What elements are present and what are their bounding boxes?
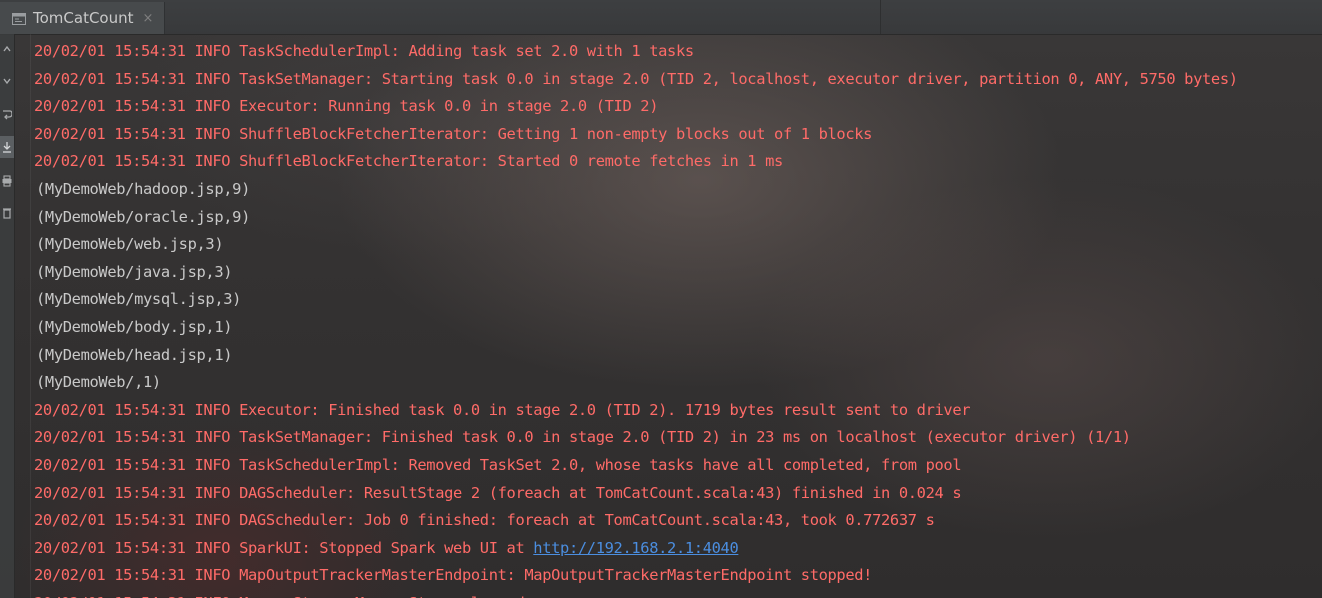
console-line: 20/02/01 15:54:31 INFO DAGScheduler: Job… xyxy=(34,507,1322,535)
console-line-text: 20/02/01 15:54:31 INFO MemoryStore: Memo… xyxy=(34,594,525,598)
console-line-text: (MyDemoWeb/,1) xyxy=(36,373,161,392)
tab-tomcatcount[interactable]: TomCatCount × xyxy=(0,2,165,34)
console-line: (MyDemoWeb/oracle.jsp,9) xyxy=(34,204,1322,232)
scroll-down-icon[interactable] xyxy=(0,70,14,92)
console-line: 20/02/01 15:54:31 INFO SparkUI: Stopped … xyxy=(34,535,1322,563)
console-line-text: 20/02/01 15:54:31 INFO Executor: Finishe… xyxy=(34,400,971,419)
print-icon[interactable] xyxy=(0,170,14,192)
console-line: 20/02/01 15:54:31 INFO DAGScheduler: Res… xyxy=(34,480,1322,508)
run-tab-bar: TomCatCount × xyxy=(0,0,1322,35)
ide-window: TomCatCount × 20/02/01 15:54:31 INFO Tas… xyxy=(0,0,1322,598)
console-line: (MyDemoWeb/java.jsp,3) xyxy=(34,259,1322,287)
console-line-text: (MyDemoWeb/java.jsp,3) xyxy=(36,262,233,281)
console-line-text: (MyDemoWeb/mysql.jsp,3) xyxy=(36,290,242,309)
console-output[interactable]: 20/02/01 15:54:31 INFO TaskSchedulerImpl… xyxy=(34,38,1322,598)
console-line-text: 20/02/01 15:54:31 INFO Executor: Running… xyxy=(34,97,659,116)
delete-icon[interactable] xyxy=(0,202,14,224)
console-link[interactable]: http://192.168.2.1:4040 xyxy=(533,539,738,557)
console-icon xyxy=(12,12,26,25)
console-line-text: 20/02/01 15:54:31 INFO SparkUI: Stopped … xyxy=(34,538,534,557)
console-line: (MyDemoWeb/mysql.jsp,3) xyxy=(34,286,1322,314)
console-line: (MyDemoWeb/,1) xyxy=(34,369,1322,397)
console-line: 20/02/01 15:54:31 INFO TaskSetManager: F… xyxy=(34,424,1322,452)
console-line: 20/02/01 15:54:31 INFO Executor: Finishe… xyxy=(34,397,1322,425)
console-line: (MyDemoWeb/hadoop.jsp,9) xyxy=(34,176,1322,204)
console-line-text: 20/02/01 15:54:31 INFO ShuffleBlockFetch… xyxy=(34,124,873,143)
console-line: 20/02/01 15:54:31 INFO TaskSchedulerImpl… xyxy=(34,452,1322,480)
tab-title: TomCatCount xyxy=(33,9,134,27)
console-toolbar xyxy=(0,34,15,598)
console-line: 20/02/01 15:54:31 INFO Executor: Running… xyxy=(34,93,1322,121)
tabbar-divider xyxy=(880,0,881,34)
console-line: 20/02/01 15:54:31 INFO ShuffleBlockFetch… xyxy=(34,148,1322,176)
console-line-text: 20/02/01 15:54:31 INFO DAGScheduler: Job… xyxy=(34,511,935,530)
console-line: (MyDemoWeb/head.jsp,1) xyxy=(34,342,1322,370)
console-line: 20/02/01 15:54:31 INFO TaskSetManager: S… xyxy=(34,66,1322,94)
console-line-text: 20/02/01 15:54:31 INFO DAGScheduler: Res… xyxy=(34,483,962,502)
console-line-text: 20/02/01 15:54:31 INFO TaskSetManager: F… xyxy=(34,428,1131,447)
close-icon[interactable]: × xyxy=(143,11,154,26)
console-line-text: (MyDemoWeb/oracle.jsp,9) xyxy=(36,207,250,226)
console-line-text: 20/02/01 15:54:31 INFO ShuffleBlockFetch… xyxy=(34,152,783,171)
console-line-text: (MyDemoWeb/head.jsp,1) xyxy=(36,345,233,364)
console-line-text: (MyDemoWeb/web.jsp,3) xyxy=(36,235,224,254)
console-line-text: 20/02/01 15:54:31 INFO MapOutputTrackerM… xyxy=(34,566,873,585)
console-line-text: (MyDemoWeb/body.jsp,1) xyxy=(36,317,233,336)
soft-wrap-icon[interactable] xyxy=(0,104,14,126)
scroll-to-end-icon[interactable] xyxy=(0,136,14,158)
console-line-text: 20/02/01 15:54:31 INFO TaskSchedulerImpl… xyxy=(34,455,962,474)
scroll-up-icon[interactable] xyxy=(0,38,14,60)
console-gutter xyxy=(30,34,31,598)
console-line: 20/02/01 15:54:31 INFO ShuffleBlockFetch… xyxy=(34,121,1322,149)
console-line-text: (MyDemoWeb/hadoop.jsp,9) xyxy=(36,179,250,198)
console-line: 20/02/01 15:54:31 INFO MemoryStore: Memo… xyxy=(34,590,1322,598)
console-line: 20/02/01 15:54:31 INFO TaskSchedulerImpl… xyxy=(34,38,1322,66)
console-line-text: 20/02/01 15:54:31 INFO TaskSetManager: S… xyxy=(34,69,1238,88)
console-line-text: 20/02/01 15:54:31 INFO TaskSchedulerImpl… xyxy=(34,42,694,60)
console-line: (MyDemoWeb/web.jsp,3) xyxy=(34,231,1322,259)
console-line: (MyDemoWeb/body.jsp,1) xyxy=(34,314,1322,342)
console-line: 20/02/01 15:54:31 INFO MapOutputTrackerM… xyxy=(34,562,1322,590)
